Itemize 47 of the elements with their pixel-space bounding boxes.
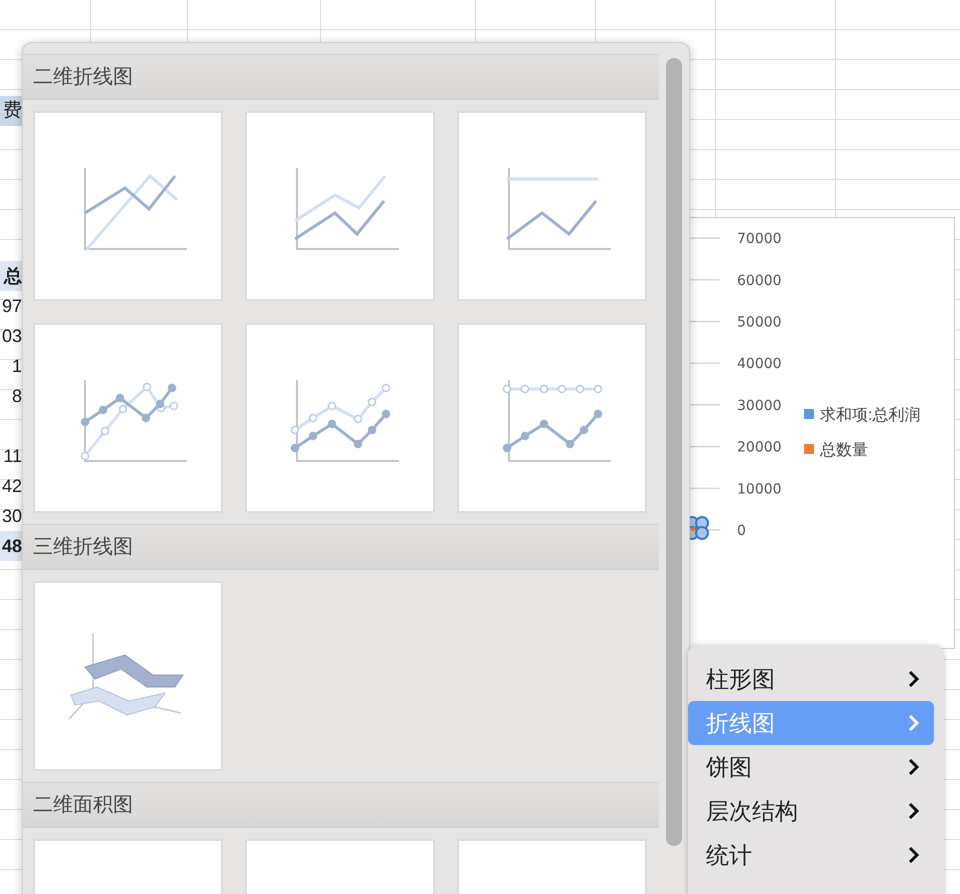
- line-chart-icon: [506, 168, 611, 250]
- chart-type-tile[interactable]: [457, 111, 647, 301]
- axis-tick-label: 40000: [737, 356, 782, 372]
- scrollbar-thumb[interactable]: [666, 58, 682, 846]
- axis-tick-label: 50000: [737, 314, 782, 330]
- section-header: 三维折线图: [23, 524, 659, 570]
- axis-tick-label: 20000: [737, 440, 782, 456]
- line-chart-icon: [84, 168, 187, 250]
- chevron-right-icon: [908, 714, 920, 732]
- chart-type-tile[interactable]: [457, 323, 647, 513]
- line-chart-icon: [80, 380, 187, 462]
- line-chart-icon: [294, 168, 399, 250]
- 3d-line-chart-icon: [68, 633, 184, 720]
- table-cell-text: 8: [10, 385, 22, 408]
- axis-tick-label: 30000: [737, 398, 782, 414]
- chart-type-tile[interactable]: [33, 581, 223, 771]
- table-cell-text: 42: [0, 475, 22, 498]
- axis-tick-label: 10000: [737, 481, 782, 498]
- table-cell: 总: [0, 261, 22, 291]
- chart-type-tile[interactable]: [33, 323, 223, 513]
- menu-item[interactable]: 层次结构: [688, 789, 934, 833]
- legend-label: 总数量: [820, 442, 868, 459]
- table-cell: 48: [0, 531, 22, 561]
- section-header: 二维折线图: [23, 54, 659, 100]
- menu-item[interactable]: 柱形图: [688, 657, 934, 701]
- axis-tick-label: 0: [737, 523, 746, 539]
- table-cell-text: 03: [0, 325, 22, 348]
- chart-type-tile[interactable]: [245, 111, 435, 301]
- section-header: 二维面积图: [23, 782, 659, 828]
- table-cell-text: 11: [2, 445, 22, 468]
- menu-item[interactable]: 统计: [688, 833, 934, 877]
- chevron-right-icon: [908, 758, 920, 776]
- chart-type-tile[interactable]: [245, 323, 435, 513]
- menu-item[interactable]: 饼图: [688, 745, 934, 789]
- line-chart-icon: [502, 380, 611, 462]
- chevron-right-icon: [908, 802, 920, 820]
- axis-tick-label: 60000: [737, 272, 782, 289]
- axis-tick-label: 70000: [737, 231, 782, 248]
- chart-type-tile[interactable]: [33, 111, 223, 301]
- legend-label: 求和项:总利润: [820, 407, 920, 424]
- table-cell: 费: [0, 96, 22, 126]
- table-cell-text: 30: [0, 505, 22, 528]
- line-chart-icon: [290, 380, 399, 462]
- table-cell-text: 97: [0, 295, 22, 318]
- table-cell-text: 1: [10, 355, 22, 378]
- chevron-right-icon: [908, 670, 920, 688]
- chevron-right-icon: [908, 846, 920, 864]
